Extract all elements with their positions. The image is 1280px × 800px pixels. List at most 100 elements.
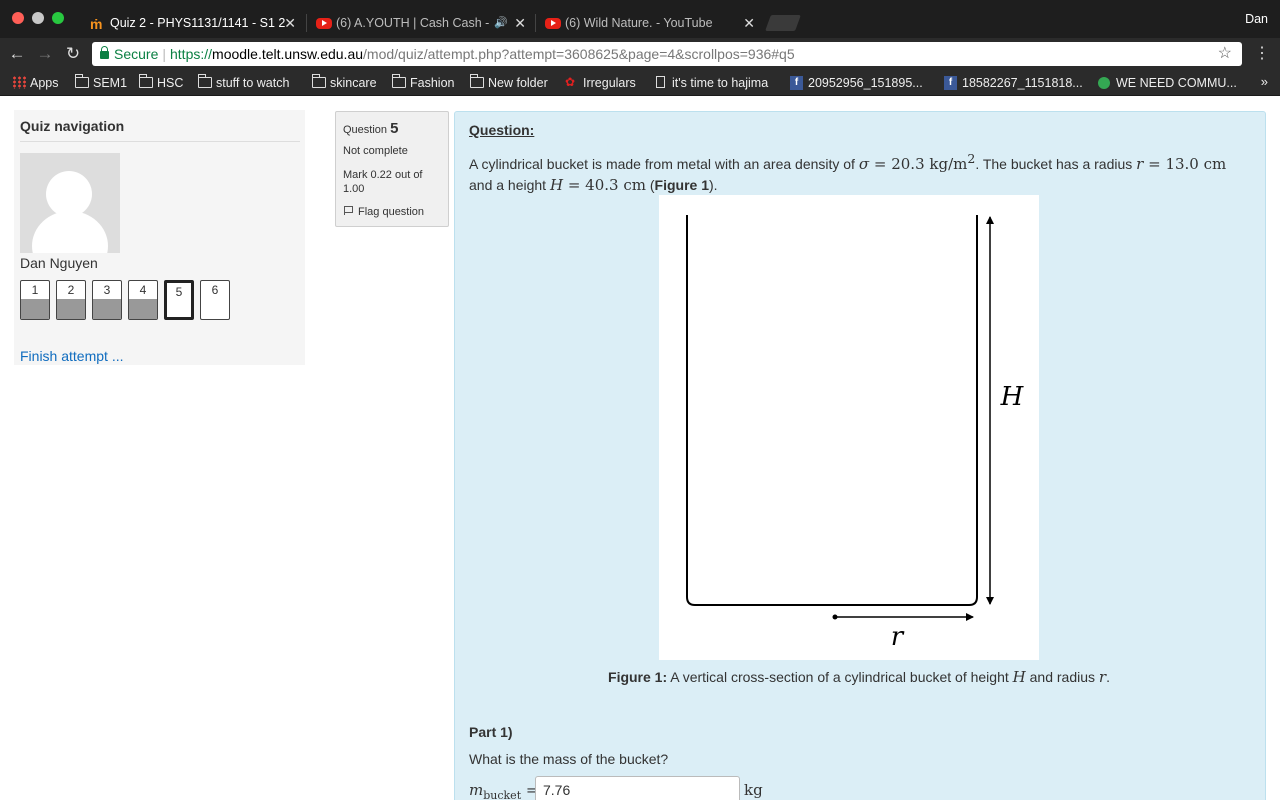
answered-indicator (129, 299, 157, 319)
minimize-window-button[interactable] (32, 12, 44, 24)
question-prefix: Question (343, 124, 388, 136)
quiz-navigation-block: Quiz navigation Dan Nguyen 1 2 3 4 5 6 F… (14, 110, 305, 365)
bookmark-hajima[interactable]: it's time to hajima (654, 74, 768, 92)
address-bar[interactable]: Secure | https://moodle.telt.unsw.edu.au/m… (92, 42, 1242, 66)
folder-icon (392, 74, 406, 88)
finish-attempt-link[interactable]: Finish attempt ... (20, 348, 123, 364)
mass-answer-input[interactable] (535, 776, 740, 800)
bookmark-skincare[interactable]: skincare (312, 74, 377, 92)
folder-icon (312, 74, 326, 88)
apps-grid-icon (12, 76, 26, 89)
tab-close-icon[interactable]: ✕ (514, 9, 526, 38)
reload-icon[interactable]: ↻ (62, 43, 84, 65)
question-nav-button-4[interactable]: 4 (128, 280, 158, 320)
question-nav-button-1[interactable]: 1 (20, 280, 50, 320)
back-arrow-icon[interactable]: ← (6, 43, 28, 65)
height-symbol: H (549, 176, 564, 194)
radius-expression: r = 13.0 cm (1136, 155, 1226, 173)
bookmark-apps[interactable]: Apps (12, 74, 59, 92)
tab-divider (535, 14, 536, 32)
question-nav-button-2[interactable]: 2 (56, 280, 86, 320)
youtube-icon (545, 18, 561, 29)
folder-icon (198, 74, 212, 88)
question-number: 5 (175, 285, 183, 299)
bookmark-label: Fashion (410, 76, 455, 90)
bookmark-irregulars[interactable]: ✿ Irregulars (565, 74, 636, 92)
question-text-part: and a height (469, 177, 547, 193)
tab-close-icon[interactable]: ✕ (284, 9, 296, 38)
bookmark-sem1[interactable]: SEM1 (75, 74, 127, 92)
question-text-part: ). (709, 177, 718, 193)
tab-wild-nature[interactable]: (6) Wild Nature. - YouTube ✕ (537, 9, 763, 38)
tab-cash-cash[interactable]: (6) A.YOUTH | Cash Cash - 🔊 ✕ (308, 9, 534, 38)
figure-caption: Figure 1: A vertical cross-section of a … (469, 668, 1249, 686)
url-scheme: https:// (170, 46, 213, 62)
facebook-icon: f (790, 76, 803, 90)
bookmark-we-need[interactable]: WE NEED COMMU... (1098, 74, 1237, 92)
irregulars-icon: ✿ (565, 75, 576, 89)
green-dot-icon (1098, 77, 1110, 89)
forward-arrow-icon[interactable]: → (34, 43, 56, 65)
url-path: /mod/quiz/attempt.php?attempt=3608625&pa… (363, 46, 795, 62)
bucket-figure: H r (659, 195, 1039, 660)
bookmark-fb-2[interactable]: f 18582267_1151818... (944, 74, 1083, 92)
height-expression: H = 40.3 cm (550, 176, 646, 194)
lock-icon (100, 46, 109, 59)
quiz-navigation-title: Quiz navigation (20, 118, 300, 142)
radius-label: r (891, 622, 905, 652)
bucket-diagram: H r (686, 215, 1025, 652)
part-label: Part 1) (469, 724, 513, 740)
question-number-heading: Question 5 (343, 120, 398, 137)
bookmark-label: Irregulars (583, 76, 636, 90)
maximize-window-button[interactable] (52, 12, 64, 24)
url-host: moodle.telt.unsw.edu.au (212, 46, 364, 62)
document-icon (656, 76, 665, 88)
sigma-value: = 20.3 kg/m (873, 155, 968, 173)
question-number: 4 (139, 283, 147, 297)
flag-question-button[interactable]: Flag question (344, 206, 424, 218)
close-window-button[interactable] (12, 12, 24, 24)
more-bookmarks-icon[interactable]: » (1261, 74, 1268, 89)
bookmark-label: New folder (488, 76, 548, 90)
bookmark-label: it's time to hajima (672, 76, 769, 90)
browser-toolbar: ← → ↻ Secure | https://moodle.telt.unsw.ed… (0, 38, 1280, 70)
tab-title: (6) Wild Nature. - YouTube (565, 16, 713, 30)
profile-name[interactable]: Dan (1245, 12, 1268, 26)
question-number: 1 (31, 283, 39, 297)
bookmark-new-folder[interactable]: New folder (470, 74, 548, 92)
question-number: 3 (103, 283, 111, 297)
bookmark-label: Apps (30, 76, 59, 90)
address-divider: | (162, 46, 166, 62)
question-state: Not complete (343, 145, 408, 157)
bookmark-fashion[interactable]: Fashion (392, 74, 454, 92)
question-number: 6 (211, 283, 219, 297)
answer-subscript: bucket (483, 789, 522, 800)
answered-indicator (21, 299, 49, 319)
height-label: H (1000, 382, 1025, 412)
radius-symbol: r (1136, 155, 1144, 173)
tab-quiz[interactable]: ṁ Quiz 2 - PHYS1131/1141 - S1 2 ✕ (82, 9, 304, 38)
question-number: 2 (67, 283, 75, 297)
bookmark-star-icon[interactable]: ☆ (1218, 42, 1232, 66)
speaker-icon[interactable]: 🔊 (494, 9, 508, 38)
question-content: Question: A cylindrical bucket is made f… (454, 111, 1266, 800)
user-name: Dan Nguyen (20, 255, 98, 271)
tab-divider (306, 14, 307, 32)
bookmark-label: stuff to watch (216, 76, 290, 90)
new-tab-button[interactable] (765, 15, 801, 31)
question-nav-button-3[interactable]: 3 (92, 280, 122, 320)
answered-indicator (57, 299, 85, 319)
caption-text: A vertical cross-section of a cylindrica… (670, 669, 1009, 685)
bookmark-fb-1[interactable]: f 20952956_151895... (790, 74, 923, 92)
question-nav-button-5[interactable]: 5 (164, 280, 194, 320)
tab-close-icon[interactable]: ✕ (743, 9, 755, 38)
bookmark-stuff-to-watch[interactable]: stuff to watch (198, 74, 289, 92)
sigma-expression: σ = 20.3 kg/m2 (859, 151, 975, 173)
question-nav-button-6[interactable]: 6 (200, 280, 230, 320)
avatar[interactable] (20, 153, 120, 253)
bookmark-label: WE NEED COMMU... (1116, 76, 1237, 90)
question-title: Question: (469, 122, 535, 138)
figure-reference: Figure 1 (654, 177, 710, 193)
browser-menu-icon[interactable]: ⋮ (1254, 44, 1270, 64)
bookmark-hsc[interactable]: HSC (139, 74, 183, 92)
